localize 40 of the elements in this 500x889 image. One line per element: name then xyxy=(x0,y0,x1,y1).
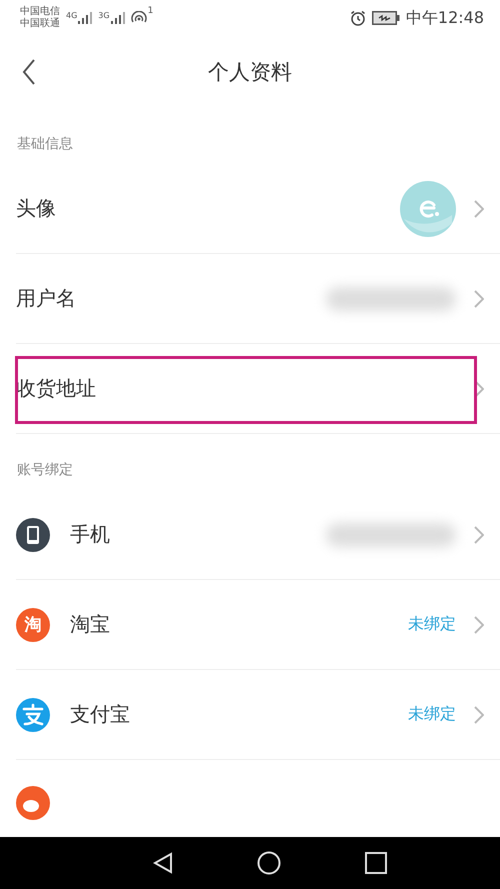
list-row[interactable]: 头像 xyxy=(16,164,500,254)
carrier-name: 中国电信 xyxy=(20,6,60,18)
signal-icon xyxy=(78,12,92,24)
phone-icon xyxy=(16,518,50,552)
row-label: 用户名 xyxy=(16,285,76,312)
back-nav-icon[interactable] xyxy=(153,852,173,874)
avatar-icon xyxy=(400,180,456,236)
recents-nav-icon[interactable] xyxy=(365,852,387,874)
list-row[interactable]: 淘 淘宝 未绑定 xyxy=(16,580,500,670)
signal-icon xyxy=(110,12,125,24)
battery-icon xyxy=(372,11,400,25)
chevron-icon xyxy=(474,200,484,218)
carrier-name: 中国联通 xyxy=(20,18,60,30)
chevron-icon xyxy=(474,706,484,724)
bind-status: 未绑定 xyxy=(408,704,456,725)
row-label: 头像 xyxy=(16,195,56,222)
network-type: 4G xyxy=(66,12,78,20)
hotspot-icon xyxy=(130,11,147,25)
chevron-icon xyxy=(474,290,484,308)
page-title: 个人资料 xyxy=(207,59,293,86)
row-label: 淘宝 xyxy=(70,611,110,638)
clock-time: 中午12:48 xyxy=(406,8,484,28)
row-label: 手机 xyxy=(70,521,110,548)
home-nav-icon[interactable] xyxy=(257,851,281,875)
chevron-icon xyxy=(474,526,484,544)
bind-status: 未绑定 xyxy=(408,614,456,635)
list-row[interactable]: 用户名 xyxy=(16,254,500,344)
row-label: 支付宝 xyxy=(70,701,130,728)
chevron-icon xyxy=(474,380,484,398)
network-type: 3G xyxy=(98,12,110,20)
section-label: 基础信息 xyxy=(16,135,74,154)
section-label: 账号绑定 xyxy=(16,461,74,480)
alipay-logo-icon xyxy=(16,698,50,732)
list-row[interactable]: 支付宝 未绑定 xyxy=(16,670,500,760)
hotspot-count: 1 xyxy=(148,6,154,16)
weibo-logo-icon xyxy=(16,786,50,820)
alarm-icon xyxy=(350,10,366,26)
list-row[interactable]: 手机 xyxy=(16,490,500,580)
taobao-logo-icon: 淘 xyxy=(16,608,50,642)
chevron-icon xyxy=(474,616,484,634)
